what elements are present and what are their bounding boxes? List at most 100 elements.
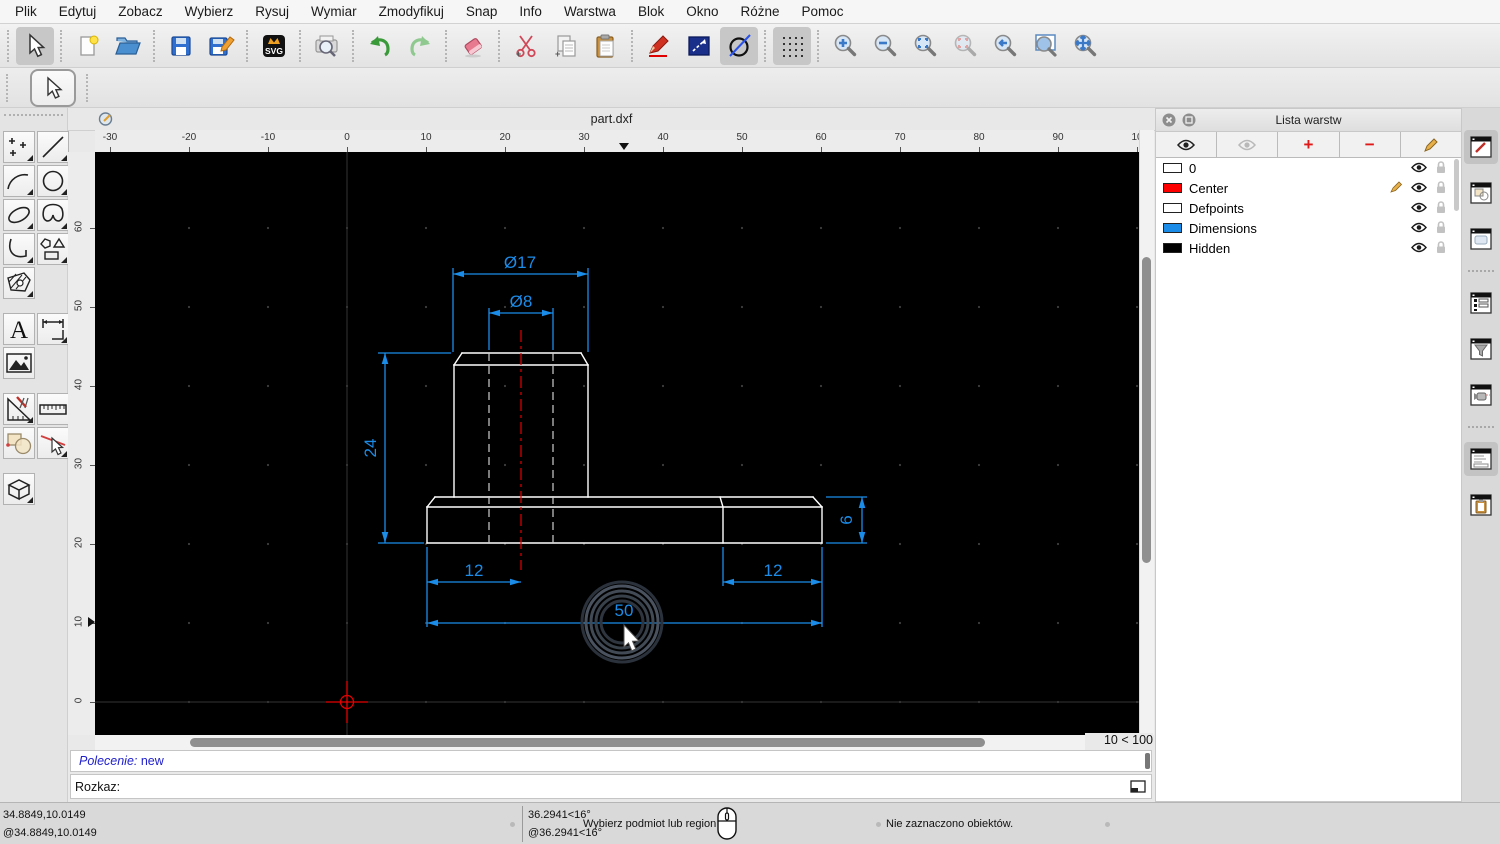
layer-row-dimensions[interactable]: Dimensions: [1156, 218, 1461, 238]
edit-layer-button[interactable]: [1401, 132, 1461, 157]
modify-attributes-tool-button[interactable]: [37, 427, 69, 459]
dim-text-d8[interactable]: Ø8: [510, 292, 533, 311]
vertical-scrollbar-thumb[interactable]: [1142, 257, 1151, 563]
new-document-button[interactable]: [69, 27, 107, 65]
command-input[interactable]: [126, 777, 1129, 797]
points-tool-button[interactable]: [3, 131, 35, 163]
zoom-previous-button[interactable]: [946, 27, 984, 65]
show-all-layers-button[interactable]: [1156, 132, 1217, 157]
blank-window-dock-icon[interactable]: [1464, 222, 1498, 256]
list-window-dock-icon[interactable]: [1464, 286, 1498, 320]
part-geometry[interactable]: [427, 353, 822, 543]
menu-snap[interactable]: Snap: [455, 0, 509, 24]
modify-tool-button[interactable]: [3, 427, 35, 459]
menu-okno[interactable]: Okno: [675, 0, 729, 24]
layer-lock-icon[interactable]: [1435, 220, 1447, 237]
copy-button[interactable]: +: [547, 27, 585, 65]
command-window-dock-icon[interactable]: [1464, 442, 1498, 476]
print-preview-button[interactable]: [308, 27, 346, 65]
text-tool-button[interactable]: A: [3, 313, 35, 345]
layer-lock-icon[interactable]: [1435, 180, 1447, 197]
save-as-button[interactable]: [202, 27, 240, 65]
layer-color-swatch[interactable]: [1163, 223, 1182, 233]
measure-tool-button[interactable]: [3, 393, 35, 425]
menu-rysuj[interactable]: Rysuj: [244, 0, 300, 24]
zoom-in-button[interactable]: [826, 27, 864, 65]
redo-button[interactable]: [401, 27, 439, 65]
filter-window-dock-icon[interactable]: [1464, 332, 1498, 366]
dimension-texts[interactable]: Ø17 Ø8 24 6 12 12 50: [361, 253, 856, 620]
circle-tool-button[interactable]: [37, 165, 69, 197]
zoom-window-button[interactable]: [1026, 27, 1064, 65]
open-file-button[interactable]: [109, 27, 147, 65]
horizontal-scrollbar[interactable]: [95, 735, 1095, 750]
layer-visibility-icon[interactable]: [1411, 221, 1427, 236]
horizontal-scrollbar-thumb[interactable]: [190, 738, 985, 747]
zoom-pan-button[interactable]: [1066, 27, 1104, 65]
layer-color-swatch[interactable]: [1163, 183, 1182, 193]
isometric-circle-button[interactable]: [720, 27, 758, 65]
attributes-pen-button[interactable]: [640, 27, 678, 65]
spline-tool-button[interactable]: [37, 199, 69, 231]
drawing-canvas[interactable]: Ø17 Ø8 24 6 12 12 50: [95, 152, 1139, 735]
command-history-scrollbar[interactable]: [1145, 753, 1150, 769]
layer-visibility-icon[interactable]: [1411, 201, 1427, 216]
undo-button[interactable]: [361, 27, 399, 65]
add-layer-button[interactable]: +: [1278, 132, 1339, 157]
layer-panel-scrollbar-thumb[interactable]: [1454, 159, 1459, 211]
select-arrow-button[interactable]: [30, 69, 76, 107]
dim-text-24[interactable]: 24: [361, 439, 380, 458]
hatch-tool-button[interactable]: [3, 267, 35, 299]
dim-text-6[interactable]: 6: [837, 515, 856, 524]
layer-lock-icon[interactable]: [1435, 160, 1447, 177]
layer-visibility-icon[interactable]: [1411, 181, 1427, 196]
select-tool-button[interactable]: [16, 27, 54, 65]
layer-color-swatch[interactable]: [1163, 163, 1182, 173]
menu-edytuj[interactable]: Edytuj: [48, 0, 108, 24]
menu-wybierz[interactable]: Wybierz: [174, 0, 245, 24]
layer-visibility-icon[interactable]: [1411, 161, 1427, 176]
delete-eraser-button[interactable]: [454, 27, 492, 65]
menu-blok[interactable]: Blok: [627, 0, 675, 24]
dim-text-d17[interactable]: Ø17: [504, 253, 536, 272]
save-file-button[interactable]: [162, 27, 200, 65]
dim-text-12-right[interactable]: 12: [764, 561, 783, 580]
pen-window-dock-icon[interactable]: [1464, 130, 1498, 164]
layer-row-defpoints[interactable]: Defpoints: [1156, 198, 1461, 218]
menu-r-ne[interactable]: Różne: [730, 0, 791, 24]
cut-button[interactable]: +: [507, 27, 545, 65]
projector-window-dock-icon[interactable]: [1464, 378, 1498, 412]
menu-warstwa[interactable]: Warstwa: [553, 0, 627, 24]
menu-pomoc[interactable]: Pomoc: [791, 0, 855, 24]
grid-toggle-button[interactable]: [773, 27, 811, 65]
line-tool-button[interactable]: [37, 131, 69, 163]
menu-info[interactable]: Info: [508, 0, 553, 24]
layer-row-center[interactable]: Center: [1156, 178, 1461, 198]
shapes-tool-button[interactable]: [37, 233, 69, 265]
zoom-out-button[interactable]: [866, 27, 904, 65]
shapes-window-dock-icon[interactable]: [1464, 176, 1498, 210]
menu-zmodyfikuj[interactable]: Zmodyfikuj: [368, 0, 455, 24]
layer-row-0[interactable]: 0: [1156, 158, 1461, 178]
layer-color-swatch[interactable]: [1163, 243, 1182, 253]
vertical-scrollbar[interactable]: [1139, 130, 1154, 735]
image-tool-button[interactable]: [3, 347, 35, 379]
paste-button[interactable]: [587, 27, 625, 65]
svg-export-button[interactable]: SVG: [255, 27, 293, 65]
menu-zobacz[interactable]: Zobacz: [107, 0, 173, 24]
hide-all-layers-button[interactable]: [1217, 132, 1278, 157]
layer-color-swatch[interactable]: [1163, 203, 1182, 213]
menu-plik[interactable]: Plik: [4, 0, 48, 24]
ruler-tool-button[interactable]: [37, 393, 69, 425]
zoom-back-button[interactable]: [986, 27, 1024, 65]
layer-lock-icon[interactable]: [1435, 200, 1447, 217]
layer-visibility-icon[interactable]: [1411, 241, 1427, 256]
layer-row-hidden[interactable]: Hidden: [1156, 238, 1461, 258]
cube3d-tool-button[interactable]: [3, 473, 35, 505]
polyline-tool-button[interactable]: [3, 233, 35, 265]
ellipse-tool-button[interactable]: [3, 199, 35, 231]
dim-text-50[interactable]: 50: [615, 601, 634, 620]
draw-order-button[interactable]: [680, 27, 718, 65]
menu-wymiar[interactable]: Wymiar: [300, 0, 368, 24]
arc-tool-button[interactable]: [3, 165, 35, 197]
